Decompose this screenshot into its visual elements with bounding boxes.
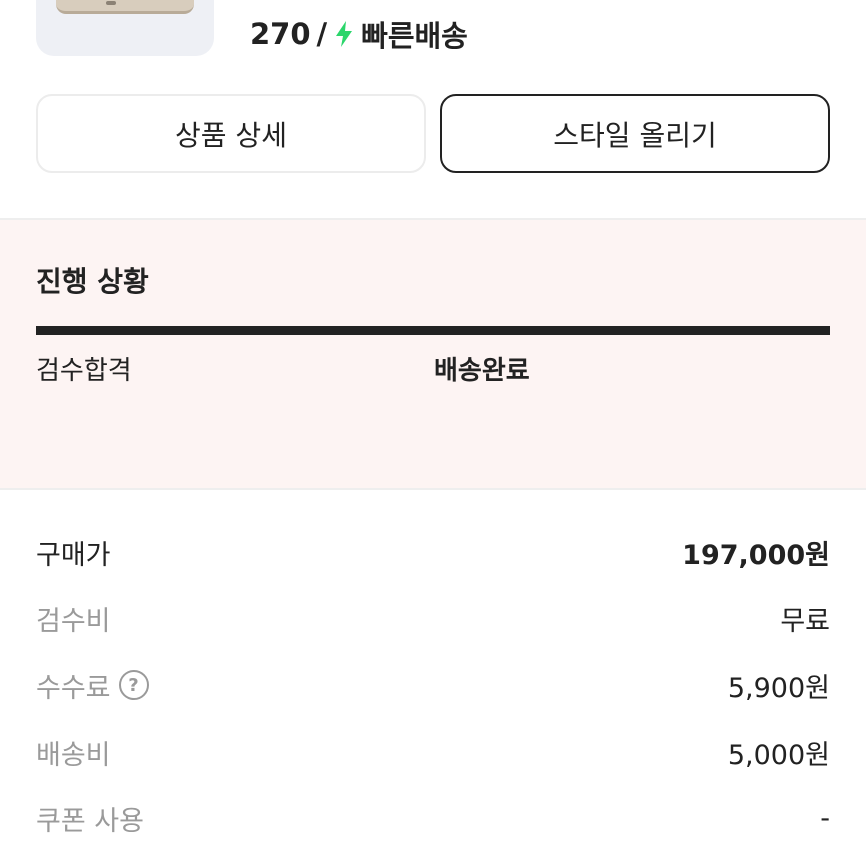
purchase-detail-page: 270 / 빠른배송 상품 상세 스타일 올리기 진행 상황 검수합격 배송완료… bbox=[0, 0, 866, 866]
price-row-purchase-price: 구매가 197,000원 bbox=[36, 532, 830, 572]
progress-section: 진행 상황 검수합격 배송완료 bbox=[0, 220, 866, 488]
price-row-value: 5,000원 bbox=[727, 739, 830, 771]
post-style-button-label: 스타일 올리기 bbox=[553, 118, 717, 152]
fast-shipping-label: 빠른배송 bbox=[361, 19, 468, 53]
price-row-shipping-fee: 배송비 5,000원 bbox=[36, 732, 830, 772]
progress-title: 진행 상황 bbox=[36, 265, 149, 298]
shoe-illustration bbox=[56, 0, 194, 14]
price-row-inspection-fee: 검수비 무료 bbox=[36, 598, 830, 638]
price-row-label-group: 수수료 ? bbox=[36, 666, 149, 705]
progress-step-inspection-passed: 검수합격 bbox=[36, 356, 132, 386]
price-row-label: 쿠폰 사용 bbox=[36, 805, 144, 837]
price-row-coupon: 쿠폰 사용 - bbox=[36, 798, 830, 838]
price-row-value: - bbox=[820, 802, 830, 834]
progress-bar-fill bbox=[36, 326, 830, 335]
lightning-icon bbox=[336, 21, 353, 47]
product-option-line: 270 / 빠른배송 bbox=[250, 14, 468, 54]
price-row-value: 197,000원 bbox=[682, 539, 830, 571]
option-separator: / bbox=[316, 17, 328, 51]
price-row-value: 무료 bbox=[780, 605, 830, 637]
price-row-label: 수수료 bbox=[36, 672, 111, 704]
price-row-label: 배송비 bbox=[36, 739, 111, 771]
progress-bar bbox=[36, 326, 830, 335]
price-row-label: 검수비 bbox=[36, 605, 111, 637]
product-size: 270 bbox=[250, 17, 311, 51]
help-icon[interactable]: ? bbox=[118, 670, 149, 700]
section-divider bbox=[0, 488, 866, 490]
price-row-value: 5,900원 bbox=[727, 672, 830, 704]
price-row-commission: 수수료 ? 5,900원 bbox=[36, 665, 830, 705]
shoe-logo-mark bbox=[106, 1, 116, 5]
product-image[interactable] bbox=[36, 0, 214, 56]
price-row-label: 구매가 bbox=[36, 539, 111, 571]
product-detail-button[interactable]: 상품 상세 bbox=[36, 94, 426, 173]
product-detail-button-label: 상품 상세 bbox=[175, 118, 287, 152]
post-style-button[interactable]: 스타일 올리기 bbox=[440, 94, 830, 173]
progress-step-delivered: 배송완료 bbox=[434, 356, 530, 386]
